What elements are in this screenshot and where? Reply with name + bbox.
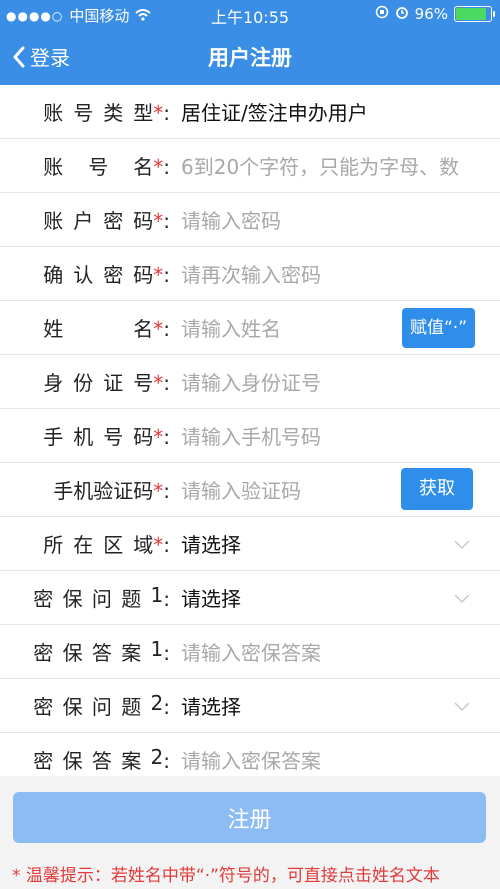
phone-input[interactable]: 请输入手机号码 bbox=[181, 421, 486, 450]
get-code-button[interactable]: 获取 bbox=[401, 468, 473, 510]
hint-text: * 温馨提示：若姓名中带“·”符号的，可直接点击姓名文本 bbox=[12, 866, 440, 886]
account-type-label: 账号类型 *: bbox=[43, 101, 170, 125]
region-row[interactable]: 所在区域 *: 请选择 bbox=[0, 517, 500, 571]
answer1-row: 密保答案1: 请输入密保答案 bbox=[0, 625, 500, 679]
confirm-password-row: 确认密码 *: 请再次输入密码 bbox=[0, 247, 500, 301]
chevron-down-icon bbox=[454, 589, 470, 608]
confirm-password-input[interactable]: 请再次输入密码 bbox=[181, 259, 486, 288]
sms-code-label: 手机验证码*: bbox=[53, 479, 170, 503]
answer1-label: 密保答案1: bbox=[33, 637, 170, 665]
question2-select[interactable]: 请选择 bbox=[181, 691, 486, 720]
registration-form: 账号类型 *: 居住证/签注申办用户 账号名 *: 6到20个字符，只能为字母、数 … bbox=[0, 85, 500, 786]
password-input[interactable]: 请输入密码 bbox=[181, 205, 486, 234]
sms-code-input[interactable]: 请输入验证码 bbox=[181, 475, 380, 504]
name-row: 姓名 *: 请输入姓名 赋值“·” bbox=[0, 301, 500, 355]
phone-label: 手机号码 *: bbox=[43, 425, 170, 449]
region-select[interactable]: 请选择 bbox=[181, 529, 486, 558]
region-label: 所在区域 *: bbox=[43, 533, 170, 557]
question1-row[interactable]: 密保问题1: 请选择 bbox=[0, 571, 500, 625]
question1-label: 密保问题1: bbox=[33, 583, 170, 611]
page-title: 用户注册 bbox=[208, 46, 292, 70]
orientation-lock-icon bbox=[375, 5, 389, 23]
password-row: 账户密码 *: 请输入密码 bbox=[0, 193, 500, 247]
id-number-row: 身份证号 *: 请输入身份证号 bbox=[0, 355, 500, 409]
confirm-password-label: 确认密码 *: bbox=[43, 263, 170, 287]
account-name-label: 账号名 *: bbox=[43, 155, 170, 179]
account-type-value[interactable]: 居住证/签注申办用户 bbox=[181, 97, 486, 126]
id-number-input[interactable]: 请输入身份证号 bbox=[181, 367, 486, 396]
status-bar: ●●●●○ 中国移动 上午10:55 96% bbox=[0, 0, 500, 28]
account-type-row[interactable]: 账号类型 *: 居住证/签注申办用户 bbox=[0, 85, 500, 139]
account-name-row: 账号名 *: 6到20个字符，只能为字母、数 bbox=[0, 139, 500, 193]
navigation-bar: 登录 用户注册 bbox=[0, 28, 500, 85]
alarm-icon bbox=[395, 5, 409, 23]
question1-select[interactable]: 请选择 bbox=[181, 583, 486, 612]
answer1-input[interactable]: 请输入密保答案 bbox=[181, 637, 486, 666]
chevron-down-icon bbox=[454, 697, 470, 716]
battery-percent: 96% bbox=[414, 5, 448, 23]
answer2-input[interactable]: 请输入密保答案 bbox=[181, 745, 486, 774]
phone-row: 手机号码 *: 请输入手机号码 bbox=[0, 409, 500, 463]
name-label[interactable]: 姓名 *: bbox=[20, 313, 170, 342]
password-label: 账户密码 *: bbox=[43, 209, 170, 233]
question2-row[interactable]: 密保问题2: 请选择 bbox=[0, 679, 500, 733]
id-number-label: 身份证号 *: bbox=[43, 371, 170, 395]
chevron-down-icon bbox=[454, 535, 470, 554]
question2-label: 密保问题2: bbox=[33, 691, 170, 719]
sms-code-row: 手机验证码*: 请输入验证码 获取 bbox=[0, 463, 500, 517]
account-name-input[interactable]: 6到20个字符，只能为字母、数 bbox=[181, 151, 486, 180]
assign-dot-button[interactable]: 赋值“·” bbox=[402, 308, 475, 348]
answer2-label: 密保答案2: bbox=[33, 745, 170, 773]
battery-icon bbox=[454, 6, 495, 22]
name-input[interactable]: 请输入姓名 bbox=[181, 313, 380, 342]
register-button[interactable]: 注册 bbox=[13, 792, 486, 843]
